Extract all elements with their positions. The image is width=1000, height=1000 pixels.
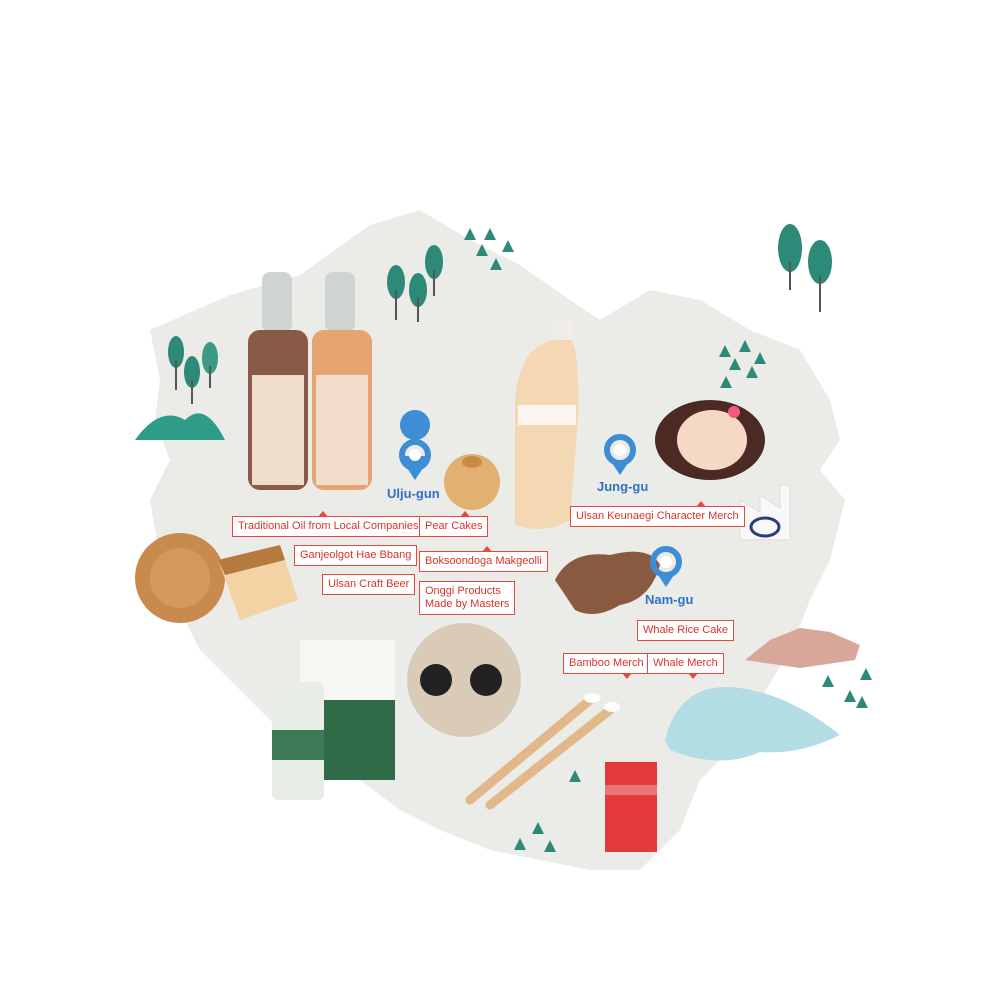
label-makgeolli: Boksoondoga Makgeolli [419,546,548,572]
label-onggi: Onggi Products Made by Masters [419,581,516,615]
label-bamboo: Bamboo Merch [563,653,650,679]
label-whale-rice-cake: Whale Rice Cake [637,620,734,641]
whale-figure [665,687,840,761]
label-traditional-oil: Traditional Oil from Local Companies [232,511,425,537]
label-whale-merch: Whale Merch [647,653,724,679]
label-craft-beer: Ulsan Craft Beer [322,574,416,595]
post-box [605,762,657,852]
label-keunaegi: Ulsan Keunaegi Character Merch [570,501,745,527]
district-ulju: Ulju-gun [387,486,440,501]
pear-cake [444,454,500,510]
district-jung: Jung-gu [597,479,649,494]
label-ganjeolgot: Ganjeolgot Hae Bbang [294,545,418,566]
district-nam: Nam-gu [645,592,694,607]
keunaegi-character [655,400,765,480]
onggi-pot [407,623,521,737]
ulsan-map [135,210,872,870]
label-pear-cakes: Pear Cakes [419,511,489,537]
